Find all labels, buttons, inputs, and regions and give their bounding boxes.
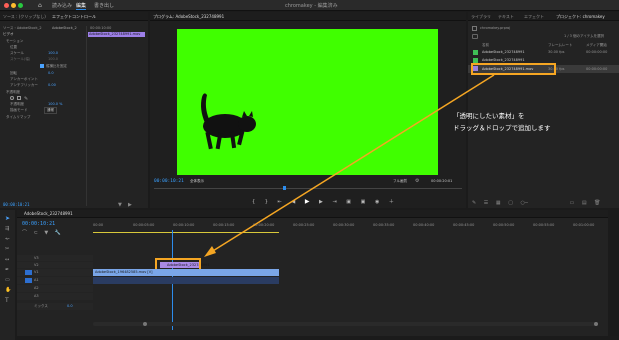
arrowhead-icon: [204, 246, 216, 257]
drag-arrow-overlay: [204, 74, 495, 257]
